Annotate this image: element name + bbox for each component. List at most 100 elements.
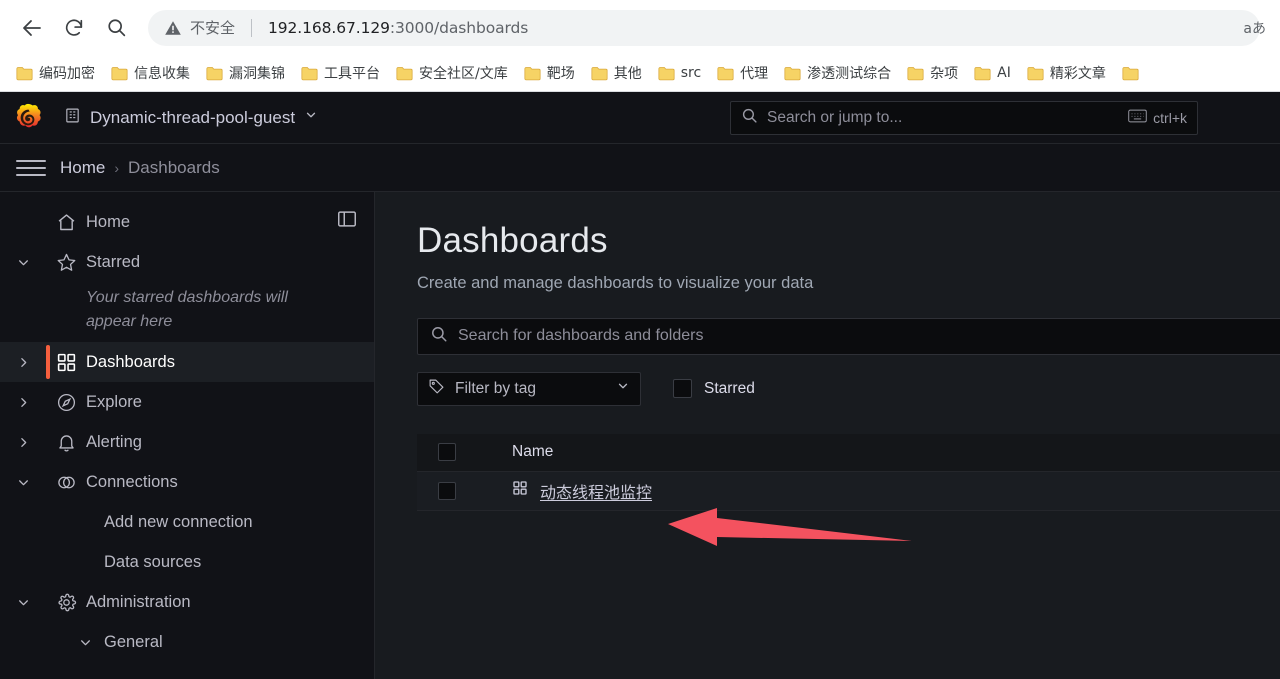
chevron-down-icon bbox=[616, 379, 630, 398]
sidebar-navigation: Home Starred Your starred dashboards will … bbox=[0, 192, 375, 679]
security-status-label: 不安全 bbox=[190, 19, 236, 37]
sidebar-item-administration[interactable]: Administration bbox=[0, 582, 374, 622]
dashboards-table: Name 动态线程池监控 bbox=[417, 433, 1280, 511]
sidebar-item-connections[interactable]: Connections bbox=[0, 462, 374, 502]
sidebar-item-label: Starred bbox=[86, 252, 141, 271]
table-header-row: Name bbox=[417, 433, 1280, 472]
chevron-down-icon[interactable] bbox=[0, 256, 46, 269]
back-button[interactable] bbox=[12, 8, 52, 48]
building-icon bbox=[64, 107, 81, 129]
checkbox-box[interactable] bbox=[437, 443, 456, 461]
bookmark-label: 代理 bbox=[740, 66, 769, 82]
browser-toolbar: 不安全 192.168.67.129:3000/dashboards aあ bbox=[0, 0, 1280, 55]
checkbox-box[interactable] bbox=[437, 481, 456, 500]
search-shortcut-label: ctrl+k bbox=[1153, 109, 1187, 126]
not-secure-warning-icon bbox=[164, 19, 182, 37]
bookmark-item[interactable]: AI bbox=[966, 61, 1019, 85]
breadcrumb-item-dashboards: Dashboards bbox=[128, 157, 220, 177]
sidebar-item-alerting[interactable]: Alerting bbox=[0, 422, 374, 462]
sidebar-item-label: Explore bbox=[86, 392, 142, 411]
breadcrumb-item-home[interactable]: Home bbox=[60, 158, 105, 178]
folder-icon bbox=[206, 66, 223, 80]
page-subtitle: Create and manage dashboards to visualiz… bbox=[417, 273, 814, 292]
chevron-right-icon[interactable] bbox=[0, 396, 46, 409]
folder-icon bbox=[907, 66, 924, 80]
bell-icon bbox=[46, 432, 86, 453]
top-navigation-bar: Dynamic-thread-pool-guest Search or jump… bbox=[0, 92, 1280, 144]
chevron-down-icon[interactable] bbox=[66, 636, 104, 649]
sidebar-item-starred[interactable]: Starred bbox=[0, 242, 374, 282]
bookmark-item[interactable]: src bbox=[650, 61, 709, 85]
bookmark-item[interactable]: 信息收集 bbox=[103, 59, 198, 87]
folder-icon bbox=[16, 66, 33, 80]
bookmark-label: 安全社区/文库 bbox=[419, 66, 508, 82]
global-search-input[interactable]: Search or jump to... ctrl+k bbox=[730, 100, 1198, 135]
org-name-label: Dynamic-thread-pool-guest bbox=[90, 107, 296, 127]
bookmark-item[interactable]: 精彩文章 bbox=[1019, 59, 1114, 87]
folder-icon bbox=[591, 66, 608, 80]
dashboard-grid-icon bbox=[512, 480, 528, 501]
menu-line bbox=[16, 173, 46, 176]
select-all-checkbox-cell[interactable] bbox=[417, 443, 476, 461]
column-header-name[interactable]: Name bbox=[476, 443, 553, 461]
chevron-down-icon[interactable] bbox=[0, 476, 46, 489]
dashboard-search-placeholder: Search for dashboards and folders bbox=[458, 327, 704, 344]
bookmark-label: 编码加密 bbox=[39, 66, 95, 82]
bookmark-item[interactable]: 杂项 bbox=[899, 59, 966, 87]
bookmark-item[interactable]: 其他 bbox=[583, 59, 650, 87]
folder-icon bbox=[1122, 66, 1139, 80]
sidebar-item-label: Home bbox=[86, 212, 131, 231]
grafana-logo[interactable] bbox=[12, 102, 44, 134]
sidebar-item-label: Add new connection bbox=[104, 512, 253, 531]
sidebar-item-dashboards[interactable]: Dashboards bbox=[0, 342, 374, 382]
bookmark-item[interactable]: 靶场 bbox=[516, 59, 583, 87]
sidebar-item-add-new-connection[interactable]: Add new connection bbox=[0, 502, 374, 542]
sidebar-item-label: Dashboards bbox=[86, 352, 175, 371]
search-icon bbox=[430, 325, 448, 348]
bookmark-item[interactable]: 漏洞集锦 bbox=[198, 59, 293, 87]
chevron-down-icon[interactable] bbox=[0, 596, 46, 609]
breadcrumb: Home › Dashboards bbox=[60, 158, 220, 178]
chevron-right-icon[interactable] bbox=[0, 356, 46, 369]
sidebar-item-data-sources[interactable]: Data sources bbox=[0, 542, 374, 582]
checkbox-box[interactable] bbox=[673, 379, 692, 398]
tag-filter-select[interactable]: Filter by tag bbox=[417, 371, 641, 406]
starred-empty-message: Your starred dashboards will appear here bbox=[86, 289, 288, 330]
bookmark-label: 靶场 bbox=[546, 66, 575, 82]
star-icon bbox=[46, 252, 86, 273]
sidebar-item-label: Data sources bbox=[104, 552, 202, 571]
tag-filter-label: Filter by tag bbox=[455, 379, 536, 397]
sidebar-item-explore[interactable]: Explore bbox=[0, 382, 374, 422]
filters-row: Filter by tag Starred bbox=[417, 371, 1280, 406]
translate-icon[interactable]: aあ bbox=[1237, 14, 1272, 42]
sidebar-item-home[interactable]: Home bbox=[0, 202, 374, 242]
sidebar-item-general[interactable]: General bbox=[0, 622, 374, 662]
chevron-right-icon[interactable] bbox=[0, 436, 46, 449]
compass-icon bbox=[46, 392, 86, 413]
folder-icon bbox=[524, 66, 541, 80]
bookmark-item[interactable]: 代理 bbox=[709, 59, 776, 87]
address-bar[interactable]: 不安全 192.168.67.129:3000/dashboards bbox=[148, 9, 1260, 46]
keyboard-icon bbox=[1128, 109, 1147, 126]
search-button[interactable] bbox=[96, 8, 136, 48]
starred-filter-label: Starred bbox=[704, 379, 755, 397]
bookmark-label: 渗透测试综合 bbox=[807, 66, 892, 82]
row-checkbox-cell[interactable] bbox=[417, 481, 476, 500]
reload-button[interactable] bbox=[54, 8, 94, 48]
starred-filter-checkbox[interactable]: Starred bbox=[673, 379, 755, 398]
bookmark-item[interactable]: 安全社区/文库 bbox=[388, 59, 516, 87]
org-selector[interactable]: Dynamic-thread-pool-guest bbox=[56, 102, 326, 134]
folder-icon bbox=[974, 66, 991, 80]
bookmark-item[interactable] bbox=[1114, 62, 1153, 85]
bookmark-item[interactable]: 编码加密 bbox=[8, 59, 103, 87]
home-icon bbox=[46, 212, 86, 233]
table-row[interactable]: 动态线程池监控 bbox=[417, 471, 1280, 511]
menu-toggle-button[interactable] bbox=[16, 153, 46, 183]
bookmark-item[interactable]: 工具平台 bbox=[293, 59, 388, 87]
dashboard-link[interactable]: 动态线程池监控 bbox=[540, 479, 652, 503]
dashboard-search-input[interactable]: Search for dashboards and folders bbox=[417, 317, 1280, 355]
search-shortcut-hint: ctrl+k bbox=[1128, 109, 1187, 126]
menu-line bbox=[16, 159, 46, 162]
bookmark-item[interactable]: 渗透测试综合 bbox=[776, 59, 899, 87]
bookmark-label: 其他 bbox=[613, 66, 642, 82]
